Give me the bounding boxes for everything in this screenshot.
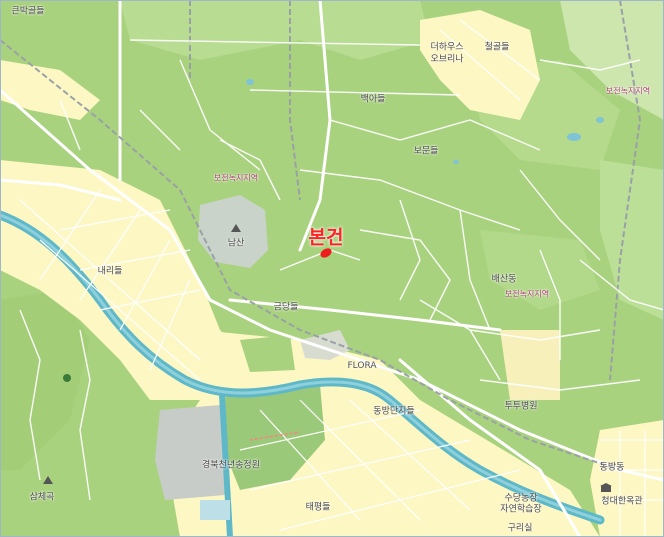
zone-label: 보전녹지지역 (213, 173, 259, 183)
place-label: 큰박골들 (11, 6, 45, 17)
place-label: 투투병원 (504, 401, 538, 412)
map-canvas[interactable]: 본건 남산 삼체곡 큰박골들 더하우스 오브리나 철골들 백아들 보문들 내리들… (0, 0, 664, 537)
place-label: 철골들 (484, 42, 510, 53)
place-label: 구리실 (507, 523, 533, 534)
place-label: 보문들 (413, 146, 439, 157)
place-label: 내리들 (97, 266, 123, 277)
museum-icon (600, 483, 612, 492)
place-label: 동방단지들 (373, 406, 415, 417)
namsan-label: 남산 (227, 238, 245, 249)
mountain-peak-icon (231, 224, 241, 232)
subject-marker-label[interactable]: 본건 (309, 223, 344, 250)
place-label: 경북천년송정원 (202, 460, 260, 471)
place-label: 동방동 (599, 462, 625, 473)
zone-label: 보전녹지지역 (605, 86, 651, 96)
place-label: FLORA (347, 361, 377, 371)
zone-label: 보전녹지지역 (504, 289, 550, 299)
place-label: 백아들 (360, 94, 386, 105)
place-label: 태평들 (305, 502, 331, 513)
place-label: 자연학습장 (500, 504, 542, 515)
poi-icon (63, 374, 71, 382)
place-label: 배산동 (491, 274, 517, 285)
mountain-peak-icon (43, 476, 53, 484)
sw-peak-label: 삼체곡 (29, 492, 55, 503)
place-label: 금당들 (273, 302, 299, 313)
place-label: 오브리나 (430, 54, 464, 65)
place-label: 청대한옥관 (601, 496, 643, 507)
